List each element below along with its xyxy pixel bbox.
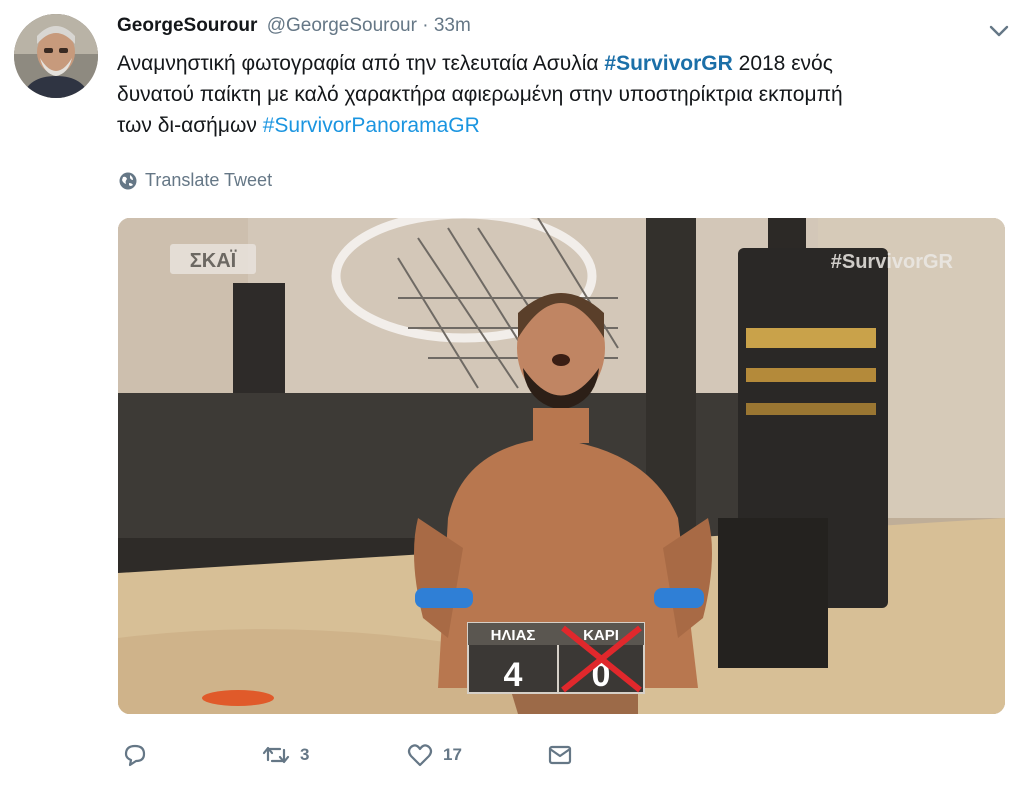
envelope-icon (548, 745, 572, 765)
hashtag-link[interactable]: #SurvivorGR (604, 52, 732, 75)
translate-label: Translate Tweet (145, 170, 273, 190)
tweet-actions: 3 17 (120, 738, 575, 772)
display-name[interactable]: GeorgeSourour (117, 15, 257, 36)
tweet-header: GeorgeSourour @GeorgeSourour · 33m (117, 14, 471, 38)
tweet-text-segment: Αναμνηστική φωτογραφία από την τελευταία… (117, 52, 599, 75)
watermark: #SurvivorGR (831, 251, 954, 273)
like-count: 17 (443, 745, 462, 764)
like-button[interactable]: 17 (405, 740, 545, 770)
reply-button[interactable] (120, 740, 260, 770)
tweet-line-1: Αναμνηστική φωτογραφία από την τελευταία… (117, 48, 997, 79)
separator-dot: · (422, 15, 429, 36)
score-right-name: ΚΑΡΙ (583, 627, 619, 644)
tweet-text-segment: 2018 ενός (738, 52, 833, 75)
tweet-line-3: των δι-ασήμων #SurvivorPanoramaGR (117, 110, 997, 141)
retweet-icon (262, 746, 290, 764)
score-left-name: ΗΛΙΑΣ (491, 627, 536, 644)
globe-icon (119, 172, 137, 189)
hashtag-link[interactable]: #SurvivorPanoramaGR (263, 114, 480, 137)
avatar[interactable] (14, 14, 98, 98)
timestamp[interactable]: 33m (434, 15, 471, 36)
retweet-button[interactable]: 3 (260, 740, 405, 770)
heart-icon (407, 744, 433, 767)
tweet-line-2: δυνατού παίκτη με καλό χαρακτήρα αφιερωμ… (117, 83, 843, 106)
reply-icon (124, 744, 146, 767)
score-left-value: 4 (504, 656, 523, 694)
user-handle[interactable]: @GeorgeSourour (267, 15, 417, 36)
tweet-media-image[interactable]: ΣΚΑΪ #SurvivorGR ΗΛΙΑΣ ΚΑΡΙ 4 0 (118, 218, 1005, 714)
retweet-count: 3 (300, 745, 310, 764)
chevron-down-icon[interactable] (986, 18, 1012, 44)
tweet-text-segment: των δι-ασήμων (117, 114, 257, 137)
direct-message-button[interactable] (545, 740, 575, 770)
translate-tweet-button[interactable]: Translate Tweet (118, 170, 272, 191)
tweet-text: Αναμνηστική φωτογραφία από την τελευταία… (117, 48, 997, 141)
channel-logo: ΣΚΑΪ (190, 249, 237, 272)
